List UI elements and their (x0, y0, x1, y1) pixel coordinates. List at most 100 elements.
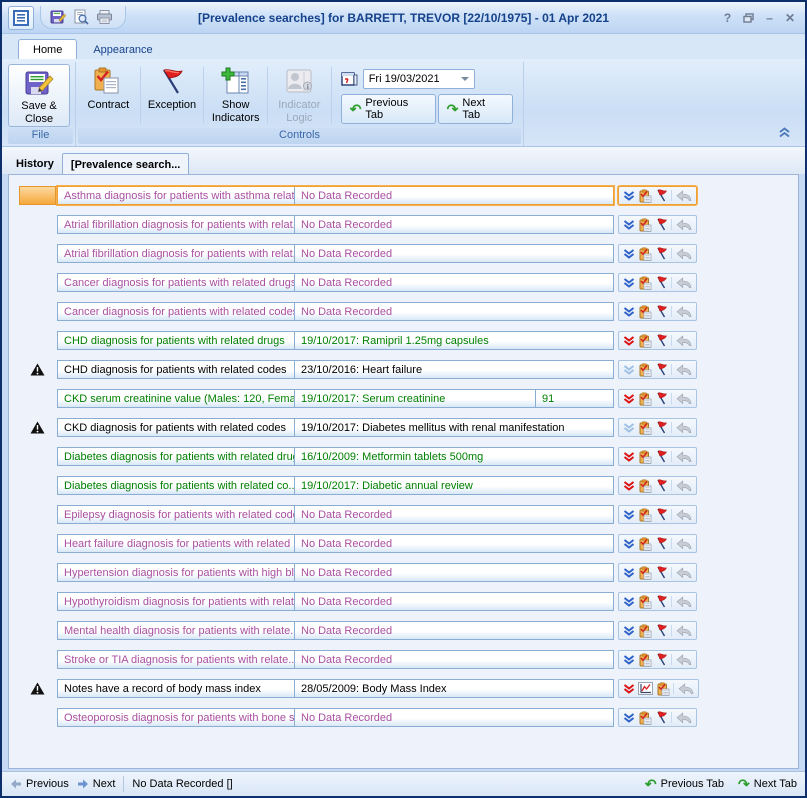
row-value[interactable]: No Data Recorded (295, 274, 613, 291)
row-value[interactable]: No Data Recorded (295, 535, 613, 552)
expand-chevron-icon[interactable] (623, 452, 635, 462)
expand-chevron-icon[interactable] (623, 510, 635, 520)
row-value[interactable]: No Data Recorded (295, 187, 613, 204)
indicator-row[interactable]: Osteoporosis diagnosis for patients with… (9, 708, 798, 727)
row-cells[interactable]: Notes have a record of body mass index 2… (57, 679, 614, 698)
undo-arrow-icon[interactable] (676, 422, 692, 433)
undo-arrow-icon[interactable] (676, 451, 692, 462)
row-value[interactable]: 19/10/2017: Diabetic annual review (295, 477, 613, 494)
flag-icon[interactable] (655, 276, 668, 289)
row-name[interactable]: CKD diagnosis for patients with related … (58, 419, 295, 436)
expand-chevron-icon[interactable] (623, 626, 635, 636)
expand-chevron-icon[interactable] (623, 336, 635, 346)
row-value[interactable]: 16/10/2009: Metformin tablets 500mg (295, 448, 613, 465)
clipboard-icon[interactable] (638, 450, 652, 464)
flag-icon[interactable] (655, 479, 668, 492)
row-cells[interactable]: Diabetes diagnosis for patients with rel… (57, 476, 614, 495)
clipboard-icon[interactable] (638, 624, 652, 638)
row-name[interactable]: Heart failure diagnosis for patients wit… (58, 535, 295, 552)
save-close-button[interactable]: Save & Close (8, 64, 70, 127)
row-name[interactable]: CKD serum creatinine value (Males: 120, … (58, 390, 295, 407)
undo-arrow-icon[interactable] (676, 625, 692, 636)
ribbon-collapse-button[interactable] (778, 127, 791, 138)
row-cells[interactable]: Epilepsy diagnosis for patients with rel… (57, 505, 614, 524)
flag-icon[interactable] (655, 537, 668, 550)
row-name[interactable]: Cancer diagnosis for patients with relat… (58, 274, 295, 291)
contract-button[interactable]: Contract (78, 64, 139, 127)
tab-appearance[interactable]: Appearance (79, 40, 166, 59)
row-cells[interactable]: Diabetes diagnosis for patients with rel… (57, 447, 614, 466)
undo-arrow-icon[interactable] (676, 538, 692, 549)
row-name[interactable]: Notes have a record of body mass index (58, 680, 295, 697)
ribbon-previous-tab-button[interactable]: ↶ Previous Tab (341, 94, 436, 124)
indicator-row[interactable]: Diabetes diagnosis for patients with rel… (9, 447, 798, 466)
row-cells[interactable]: Hypothyroidism diagnosis for patients wi… (57, 592, 614, 611)
flag-icon[interactable] (655, 653, 668, 666)
next-record-button[interactable]: Next (77, 778, 116, 790)
row-name[interactable]: CHD diagnosis for patients with related … (58, 332, 295, 349)
expand-chevron-icon[interactable] (623, 365, 635, 375)
expand-chevron-icon[interactable] (623, 394, 635, 404)
indicator-row[interactable]: Cancer diagnosis for patients with relat… (9, 302, 798, 321)
expand-chevron-icon[interactable] (623, 249, 635, 259)
row-value[interactable]: 28/05/2009: Body Mass Index (295, 680, 613, 697)
clipboard-icon[interactable] (638, 595, 652, 609)
indicator-row[interactable]: Cancer diagnosis for patients with relat… (9, 273, 798, 292)
flag-icon[interactable] (655, 363, 668, 376)
undo-arrow-icon[interactable] (676, 306, 692, 317)
row-name[interactable]: Diabetes diagnosis for patients with rel… (58, 477, 295, 494)
quick-save-button[interactable] (50, 9, 66, 25)
expand-chevron-icon[interactable] (623, 423, 635, 433)
row-value[interactable]: No Data Recorded (295, 622, 613, 639)
clipboard-icon[interactable] (638, 537, 652, 551)
row-name[interactable]: Mental health diagnosis for patients wit… (58, 622, 295, 639)
indicator-logic-button[interactable]: Indicator Logic (269, 64, 330, 127)
row-cells[interactable]: Hypertension diagnosis for patients with… (57, 563, 614, 582)
row-cells[interactable]: CKD serum creatinine value (Males: 120, … (57, 389, 614, 408)
indicator-row[interactable]: Diabetes diagnosis for patients with rel… (9, 476, 798, 495)
doc-tab-prevalence-search[interactable]: [Prevalence search... (62, 153, 189, 175)
doc-tab-history[interactable]: History (8, 153, 62, 174)
clipboard-icon[interactable] (638, 247, 652, 261)
help-button[interactable]: ? (724, 12, 731, 24)
flag-icon[interactable] (655, 247, 668, 260)
indicator-row[interactable]: Notes have a record of body mass index 2… (9, 679, 798, 698)
print-button[interactable] (96, 9, 113, 25)
status-next-tab-button[interactable]: ↷ Next Tab (738, 777, 797, 791)
indicator-row[interactable]: CHD diagnosis for patients with related … (9, 360, 798, 379)
flag-icon[interactable] (655, 450, 668, 463)
indicator-row[interactable]: Epilepsy diagnosis for patients with rel… (9, 505, 798, 524)
indicator-row[interactable]: CHD diagnosis for patients with related … (9, 331, 798, 350)
row-cells[interactable]: Osteoporosis diagnosis for patients with… (57, 708, 614, 727)
row-name[interactable]: Diabetes diagnosis for patients with rel… (58, 448, 295, 465)
clipboard-icon[interactable] (638, 566, 652, 580)
row-name[interactable]: Atrial fibrillation diagnosis for patien… (58, 216, 295, 233)
row-name[interactable]: Atrial fibrillation diagnosis for patien… (58, 245, 295, 262)
flag-icon[interactable] (655, 218, 668, 231)
row-cells[interactable]: CHD diagnosis for patients with related … (57, 331, 614, 350)
expand-chevron-icon[interactable] (623, 655, 635, 665)
indicator-row[interactable]: Atrial fibrillation diagnosis for patien… (9, 244, 798, 263)
row-value[interactable]: 19/10/2017: Diabetes mellitus with renal… (295, 419, 613, 436)
ribbon-next-tab-button[interactable]: ↷ Next Tab (438, 94, 513, 124)
clipboard-icon[interactable] (638, 276, 652, 290)
expand-chevron-icon[interactable] (623, 713, 635, 723)
clipboard-icon[interactable] (656, 682, 670, 696)
status-previous-tab-button[interactable]: ↶ Previous Tab (645, 777, 724, 791)
expand-chevron-icon[interactable] (623, 220, 635, 230)
expand-chevron-icon[interactable] (623, 597, 635, 607)
undo-arrow-icon[interactable] (676, 654, 692, 665)
clipboard-icon[interactable] (638, 508, 652, 522)
chart-icon[interactable] (638, 682, 653, 695)
indicator-row[interactable]: Asthma diagnosis for patients with asthm… (9, 186, 798, 205)
print-preview-button[interactable] (73, 9, 89, 25)
expand-chevron-icon[interactable] (623, 481, 635, 491)
flag-icon[interactable] (655, 421, 668, 434)
row-value[interactable]: No Data Recorded (295, 651, 613, 668)
row-name[interactable]: CHD diagnosis for patients with related … (58, 361, 295, 378)
indicator-row[interactable]: Mental health diagnosis for patients wit… (9, 621, 798, 640)
row-name[interactable]: Hypothyroidism diagnosis for patients wi… (58, 593, 295, 610)
clipboard-icon[interactable] (638, 334, 652, 348)
expand-chevron-icon[interactable] (623, 191, 635, 201)
indicator-row[interactable]: Hypertension diagnosis for patients with… (9, 563, 798, 582)
